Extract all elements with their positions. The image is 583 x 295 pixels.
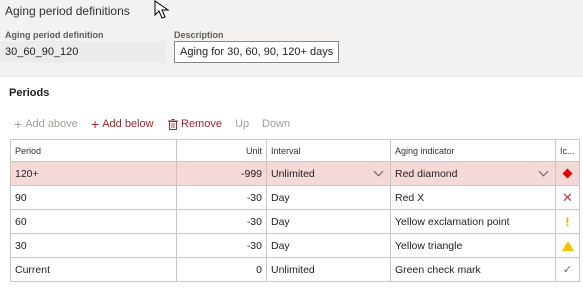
table-row[interactable]: 120+ -999 Unlimited Red diamond <box>10 161 580 186</box>
up-button[interactable]: Up <box>235 118 249 130</box>
periods-panel: Periods + Add above + Add below Remove U… <box>0 76 583 295</box>
column-header-unit[interactable]: Unit <box>176 139 267 162</box>
icon-cell: ✓ <box>555 257 580 282</box>
table-row[interactable]: 90 -30 Day Red X ✕ <box>10 185 580 210</box>
add-below-label: Add below <box>102 118 154 130</box>
icon-cell <box>555 161 580 186</box>
periods-title: Periods <box>9 87 50 99</box>
periods-toolbar: + Add above + Add below Remove Up Down <box>0 114 583 136</box>
header-area: Aging period definitions Aging period de… <box>0 0 583 72</box>
grid-header-row: Period Unit Interval Aging indicator Ic.… <box>10 139 580 162</box>
down-label: Down <box>262 118 291 130</box>
plus-icon: + <box>14 115 23 132</box>
period-cell[interactable]: 30 <box>10 233 177 258</box>
add-above-label: Add above <box>25 118 78 130</box>
interval-cell[interactable]: Day <box>266 185 391 210</box>
remove-button[interactable]: Remove <box>168 118 222 130</box>
up-label: Up <box>235 118 250 130</box>
indicator-cell[interactable]: Yellow triangle <box>390 233 556 258</box>
periods-grid: Period Unit Interval Aging indicator Ic.… <box>10 139 580 282</box>
indicator-cell[interactable]: Green check mark <box>390 257 556 282</box>
unit-cell[interactable]: 0 <box>176 257 267 282</box>
check-mark-icon: ✓ <box>562 264 573 276</box>
column-header-aging-indicator[interactable]: Aging indicator <box>390 139 556 162</box>
mouse-cursor-icon <box>154 0 170 19</box>
description-input[interactable]: Aging for 30, 60, 90, 120+ days <box>174 41 339 63</box>
yellow-triangle-icon <box>561 240 574 251</box>
period-cell[interactable]: 60 <box>10 209 177 234</box>
chevron-down-icon[interactable] <box>373 166 384 177</box>
icon-cell: ✕ <box>555 185 580 210</box>
indicator-cell[interactable]: Yellow exclamation point <box>390 209 556 234</box>
indicator-cell[interactable]: Red diamond <box>390 161 556 186</box>
table-row[interactable]: 30 -30 Day Yellow triangle <box>10 233 580 258</box>
plus-icon: + <box>91 115 100 132</box>
interval-value: Unlimited <box>271 167 315 180</box>
table-row[interactable]: 60 -30 Day Yellow exclamation point ! <box>10 209 580 234</box>
add-above-button[interactable]: + Add above <box>14 115 78 132</box>
red-x-icon: ✕ <box>562 189 573 205</box>
chevron-down-icon[interactable] <box>538 166 549 177</box>
unit-cell[interactable]: -30 <box>176 233 267 258</box>
definition-field: 30_60_90_120 <box>0 41 166 63</box>
unit-cell[interactable]: -30 <box>176 209 267 234</box>
icon-cell <box>555 233 580 258</box>
icon-cell: ! <box>555 209 580 234</box>
yellow-exclamation-icon: ! <box>565 214 570 229</box>
down-button[interactable]: Down <box>262 118 290 130</box>
interval-cell[interactable]: Day <box>266 233 391 258</box>
indicator-cell[interactable]: Red X <box>390 185 556 210</box>
interval-cell[interactable]: Unlimited <box>266 257 391 282</box>
column-header-period[interactable]: Period <box>10 139 177 162</box>
table-row[interactable]: Current 0 Unlimited Green check mark ✓ <box>10 257 580 282</box>
interval-cell[interactable]: Day <box>266 209 391 234</box>
unit-cell[interactable]: -30 <box>176 185 267 210</box>
description-label: Description <box>174 30 224 40</box>
red-diamond-icon <box>562 168 573 178</box>
column-header-icon[interactable]: Ic... <box>555 139 580 162</box>
period-cell[interactable]: 90 <box>10 185 177 210</box>
remove-label: Remove <box>181 118 222 130</box>
indicator-value: Red diamond <box>395 167 458 180</box>
page-title: Aging period definitions <box>5 4 130 18</box>
unit-cell[interactable]: -999 <box>176 161 267 186</box>
interval-cell[interactable]: Unlimited <box>266 161 391 186</box>
trash-icon <box>168 118 178 130</box>
column-header-interval[interactable]: Interval <box>266 139 391 162</box>
period-cell[interactable]: 120+ <box>10 161 177 186</box>
definition-label: Aging period definition <box>5 30 104 40</box>
add-below-button[interactable]: + Add below <box>91 115 154 132</box>
period-cell[interactable]: Current <box>10 257 177 282</box>
